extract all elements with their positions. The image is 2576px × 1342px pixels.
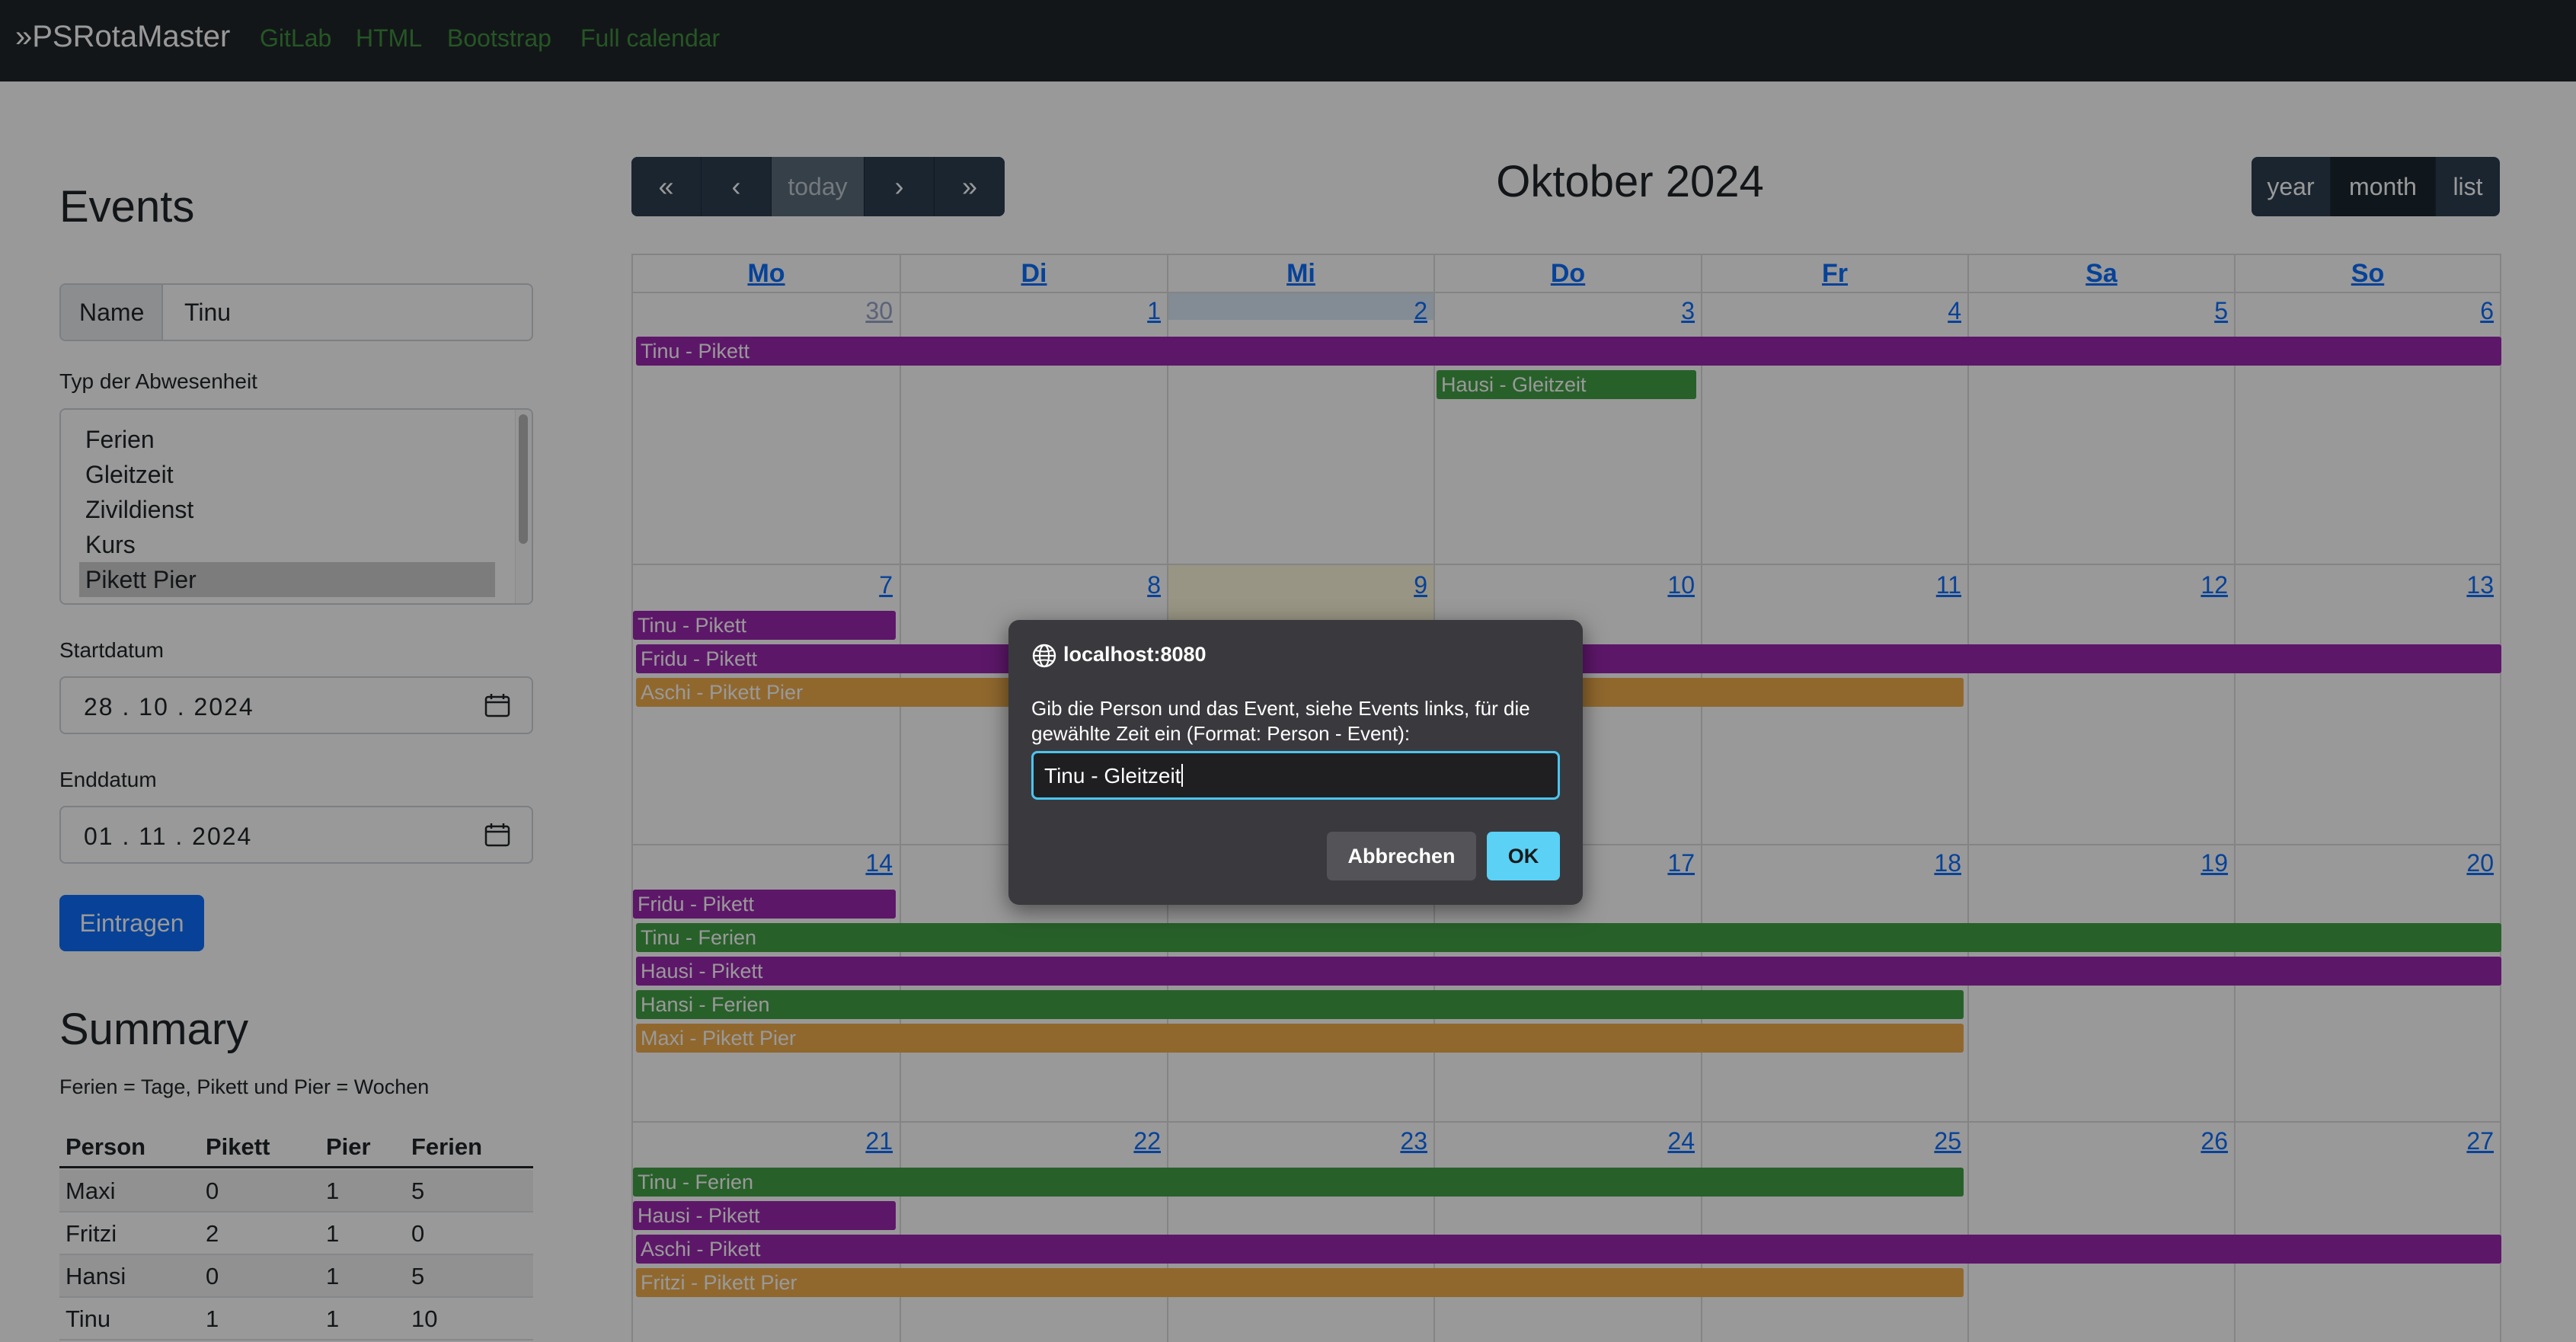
prompt-dialog: localhost:8080 Gib die Person und das Ev… [1008,620,1583,905]
globe-icon [1032,644,1056,668]
dialog-origin: localhost:8080 [1063,643,1207,666]
cancel-button[interactable]: Abbrechen [1327,832,1476,880]
text-caret [1181,764,1184,787]
dialog-message: Gib die Person und das Event, siehe Even… [1031,697,1530,745]
ok-button[interactable]: OK [1487,832,1560,880]
dialog-input-value: Tinu - Gleitzeit [1044,764,1184,788]
dialog-input[interactable]: Tinu - Gleitzeit [1031,751,1560,800]
